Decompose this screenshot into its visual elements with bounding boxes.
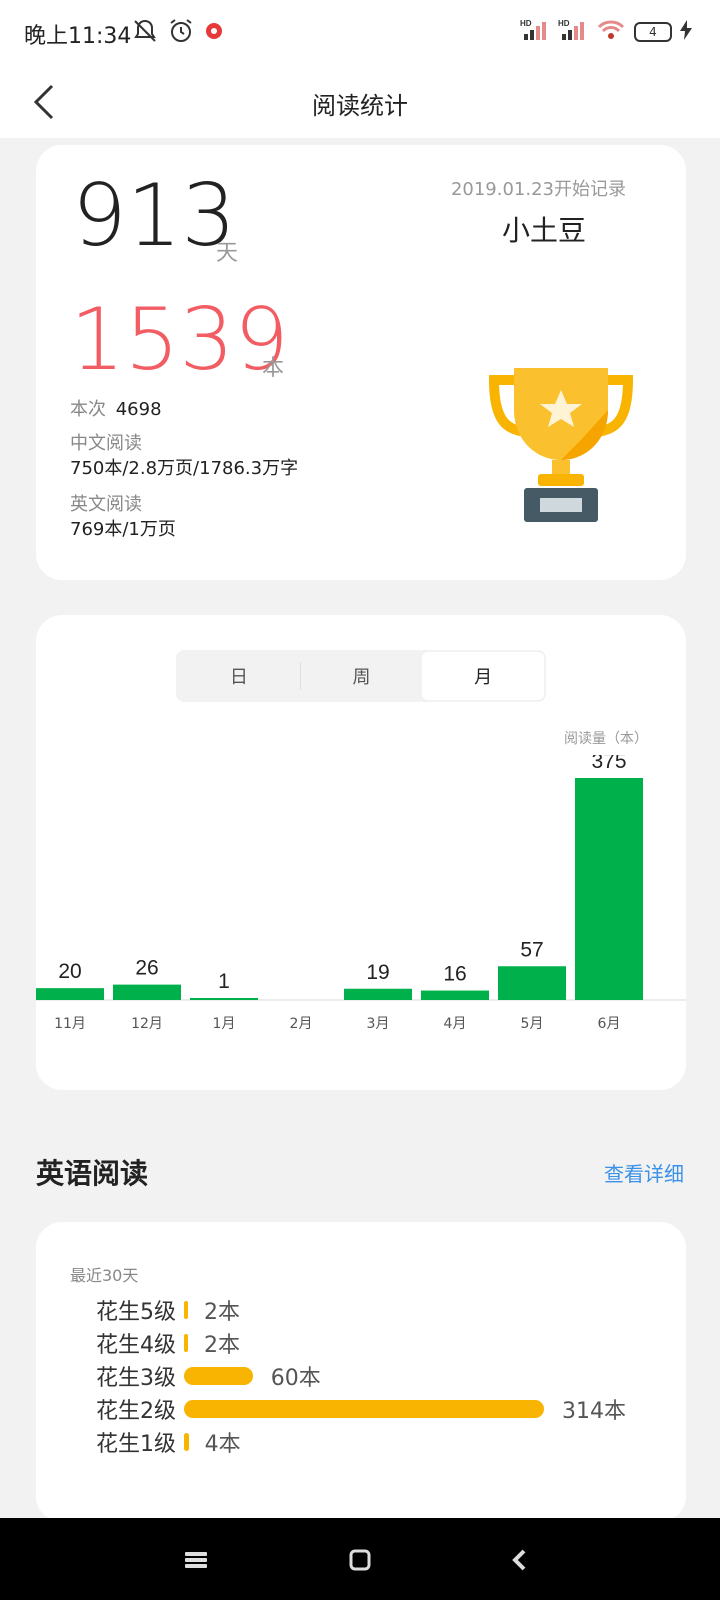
level-name: 花生4级: [96, 1333, 176, 1358]
x-tick-label: 12月: [131, 1016, 163, 1032]
x-tick-label: 6月: [598, 1016, 621, 1032]
level-row: 花生4级 2本: [36, 1327, 686, 1358]
level-row: 花生5级 2本: [36, 1294, 686, 1325]
level-count: 2本: [204, 1300, 240, 1325]
level-count: 4本: [204, 1432, 241, 1457]
start-record-date: 2019.01.23开始记录: [450, 179, 626, 200]
home-icon: [349, 1549, 371, 1571]
signal-icon: HD: [520, 18, 550, 46]
x-tick-label: 5月: [521, 1016, 544, 1032]
chart-bar: [344, 988, 412, 1000]
level-row: 花生1级 4本: [36, 1426, 686, 1457]
level-bar: [184, 1301, 188, 1319]
english-section-title: 英语阅读: [36, 1157, 149, 1190]
level-bar: [184, 1367, 253, 1385]
level-count: 60本: [270, 1366, 321, 1391]
wifi-icon: [596, 18, 626, 46]
level-bar: [184, 1400, 544, 1418]
menu-button[interactable]: [176, 1540, 216, 1580]
chart-bar: [498, 966, 566, 1000]
status-icons-left: [132, 18, 224, 48]
svg-text:HD: HD: [520, 19, 532, 28]
level-row: 花生3级 60本: [36, 1360, 686, 1391]
level-count: 314本: [562, 1399, 626, 1424]
bar-value-label: 19: [366, 961, 389, 984]
view-details-link[interactable]: 查看详细: [604, 1158, 684, 1187]
back-icon: [512, 1549, 526, 1571]
books-count: 1539: [70, 290, 289, 390]
chart-y-label: 阅读量（本）: [564, 731, 648, 747]
trophy-icon: [488, 368, 634, 522]
charging-icon: [680, 20, 692, 44]
tab-day[interactable]: 日: [178, 652, 300, 700]
tab-week[interactable]: 周: [301, 652, 423, 700]
days-count: 913: [72, 166, 237, 266]
tab-month[interactable]: 月: [422, 652, 545, 700]
level-bar: [184, 1433, 189, 1451]
days-unit: 天: [216, 241, 239, 266]
bar-value-label: 26: [135, 957, 158, 980]
back-nav-button[interactable]: [500, 1540, 540, 1580]
bar-value-label: 16: [443, 963, 466, 986]
user-nickname: 小土豆: [501, 214, 586, 247]
x-tick-label: 4月: [444, 1016, 467, 1032]
app-notification-icon: [204, 21, 224, 45]
times-label: 本次: [70, 399, 106, 420]
bell-off-icon: [132, 18, 158, 48]
chart-bar: [421, 990, 489, 1000]
home-button[interactable]: [340, 1540, 380, 1580]
level-name: 花生2级: [96, 1399, 176, 1424]
level-name: 花生3级: [96, 1366, 176, 1391]
x-tick-label: 1月: [213, 1016, 236, 1032]
level-bar: [184, 1334, 188, 1352]
english-reading-value: 769本/1万页: [70, 519, 176, 540]
level-name: 花生1级: [96, 1432, 176, 1457]
english-reading-label: 英文阅读: [70, 494, 142, 515]
recent-period-label: 最近30天: [70, 1266, 139, 1285]
chinese-reading-value: 750本/2.8万页/1786.3万字: [70, 458, 299, 479]
level-count: 2本: [204, 1333, 240, 1358]
chart-bar: [36, 988, 104, 1000]
svg-text:HD: HD: [558, 19, 570, 28]
battery-icon: 4: [634, 22, 672, 42]
alarm-icon: [168, 18, 194, 48]
times-row: 本次 4698: [70, 395, 162, 421]
x-tick-label: 3月: [367, 1016, 390, 1032]
english-levels-card: 最近30天 花生5级 2本 花生4级 2本 花生3级 60本 花生2级 314本 花生1级 4本: [36, 1222, 686, 1522]
chart-card: 日 周 月 阅读量（本） 20 11月 26 12月 1 1月 2月 19 3月 16 4月 57 5月…: [36, 615, 686, 1090]
menu-icon: [185, 1552, 207, 1568]
chart-bar: [575, 778, 643, 1000]
x-tick-label: 2月: [290, 1016, 313, 1032]
period-tabs: 日 周 月: [176, 650, 546, 702]
app-header: 阅读统计: [0, 66, 720, 138]
chart-bar: [113, 984, 181, 1000]
status-bar: 晚上11:34 HD HD 4: [0, 0, 720, 66]
bar-value-label: 20: [58, 960, 81, 983]
bar-value-label: 375: [591, 755, 626, 773]
system-nav-bar: [0, 1518, 720, 1600]
status-time: 晚上11:34: [24, 24, 132, 49]
level-row: 花生2级 314本: [36, 1393, 686, 1424]
status-icons-right: HD HD 4: [520, 18, 692, 46]
chinese-reading-label: 中文阅读: [70, 433, 142, 454]
books-unit: 本: [262, 356, 285, 381]
bar-value-label: 57: [520, 938, 543, 961]
signal-icon-2: HD: [558, 18, 588, 46]
chart-bar: [190, 998, 258, 1000]
bar-value-label: 1: [218, 970, 230, 993]
level-name: 花生5级: [96, 1300, 176, 1325]
page-title: 阅读统计: [312, 92, 408, 120]
monthly-bar-chart: 2011月2612月11月 2月193月164月575月3756月: [36, 755, 686, 1032]
summary-card: 913 天 1539 本 2019.01.23开始记录 小土豆 本次 4698 …: [36, 145, 686, 580]
x-tick-label: 11月: [54, 1016, 86, 1032]
times-value: 4698: [115, 399, 162, 420]
